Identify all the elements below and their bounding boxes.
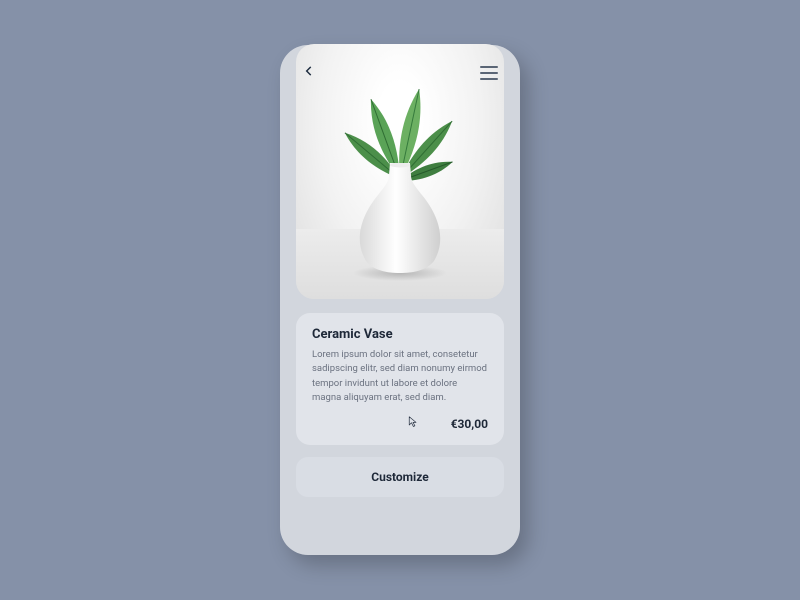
price-row: €30,00 <box>312 417 488 431</box>
pointer-cursor-icon <box>408 413 418 432</box>
vase-icon <box>354 163 446 273</box>
product-title: Ceramic Vase <box>312 327 488 342</box>
phone-mockup: Ceramic Vase Lorem ipsum dolor sit amet,… <box>280 45 520 555</box>
hamburger-icon <box>480 66 498 68</box>
chevron-left-icon <box>302 64 316 78</box>
customize-button-label: Customize <box>371 470 428 484</box>
back-button[interactable] <box>302 63 316 82</box>
top-bar <box>296 63 504 88</box>
customize-button[interactable]: Customize <box>296 457 504 497</box>
product-price: €30,00 <box>451 417 488 431</box>
product-info-card: Ceramic Vase Lorem ipsum dolor sit amet,… <box>296 313 504 445</box>
product-description: Lorem ipsum dolor sit amet, consetetur s… <box>312 348 488 405</box>
menu-button[interactable] <box>480 66 498 80</box>
